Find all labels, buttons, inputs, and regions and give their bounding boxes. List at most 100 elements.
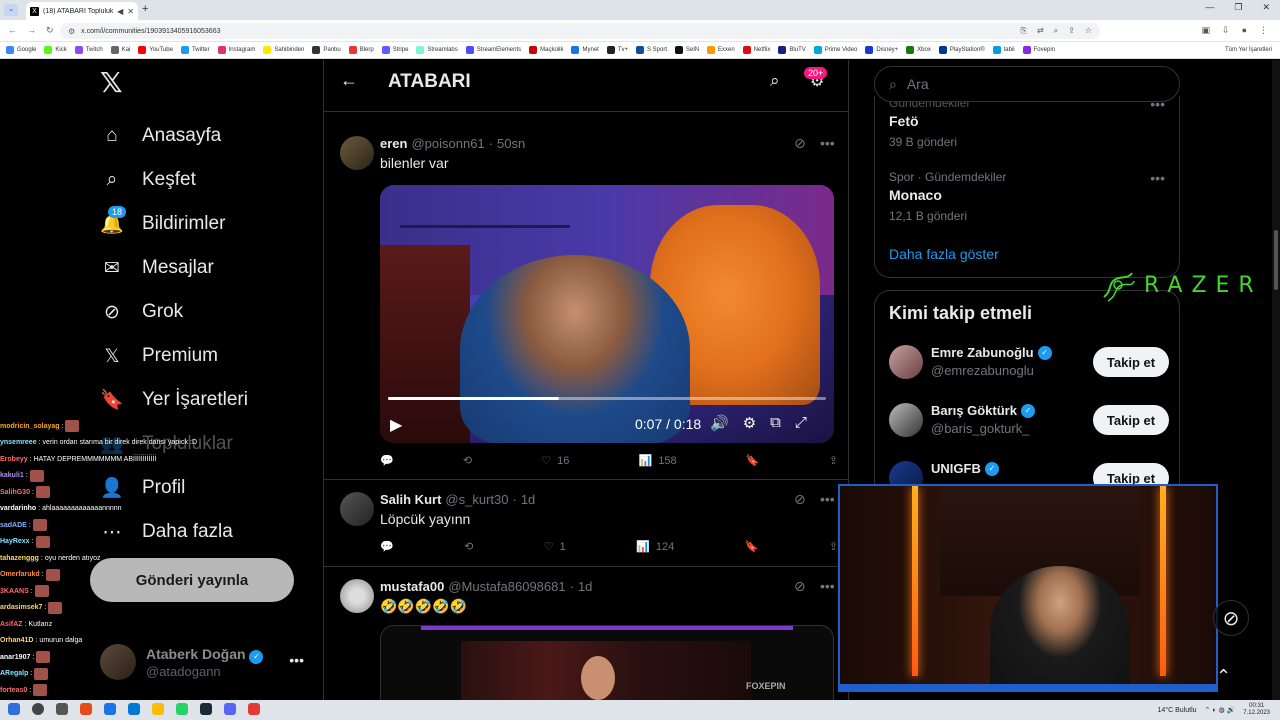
browser-tab[interactable]: X (18) ATABARI Topluluk / X ◀ ✕ — [26, 2, 138, 20]
bookmark-item[interactable]: Mynet — [571, 46, 599, 54]
nav-item-bookmark[interactable]: 🔖 Yer İşaretleri — [100, 378, 248, 422]
retweet-button[interactable]: ⟲ — [463, 454, 472, 467]
bookmark-item[interactable]: Sahibinden — [263, 46, 304, 54]
extension-icon[interactable]: ▣ — [1202, 25, 1211, 36]
bookmark-item[interactable]: Exxen — [707, 46, 735, 54]
search-input[interactable]: ⌕ Ara — [874, 66, 1180, 102]
clock[interactable]: 00:31 7.12.2023 — [1243, 703, 1270, 717]
reply-button[interactable]: 💬 — [380, 454, 394, 467]
task-view-icon[interactable] — [56, 703, 68, 715]
reload-icon[interactable]: ↻ — [46, 25, 54, 36]
tweet[interactable]: eren @poisonn61 · 50sn ⊘ ••• bilenler va… — [324, 124, 848, 480]
tweet[interactable]: mustafa00 @Mustafa86098681 · 1d ⊘ ••• 🤣🤣… — [324, 567, 848, 700]
tray-icons[interactable]: ⌃ ◐ ◍ 🔊 — [1205, 706, 1236, 714]
tab-search-button[interactable]: ⌄ — [4, 4, 18, 16]
search-icon[interactable]: ⌕ — [770, 71, 780, 91]
settings-icon[interactable]: ⚙ — [743, 414, 756, 432]
site-info-icon[interactable]: ⚙ — [68, 27, 75, 36]
show-more-link[interactable]: Daha fazla göster — [889, 246, 999, 262]
avatar[interactable] — [889, 403, 923, 437]
app-icon[interactable] — [104, 703, 116, 715]
tweet-author-name[interactable]: Salih Kurt — [380, 492, 441, 507]
video-player[interactable]: FOXEPIN — [380, 625, 834, 700]
trend-item[interactable]: Gündemdekiler Fetö 39 B gönderi — [889, 96, 970, 149]
new-tab-button[interactable]: + — [142, 3, 148, 15]
bookmark-item[interactable]: Xbox — [906, 46, 931, 54]
avatar[interactable] — [340, 492, 374, 526]
nav-item-home[interactable]: ⌂ Anasayfa — [100, 114, 248, 158]
bookmark-item[interactable]: Prime Video — [813, 46, 857, 54]
avatar[interactable] — [340, 579, 374, 613]
more-icon[interactable]: ••• — [820, 491, 835, 507]
bookmark-button[interactable]: 🔖 — [746, 454, 760, 467]
scroll-up-icon[interactable]: ⌃ — [1216, 666, 1231, 687]
profile-avatar-icon[interactable]: ● — [1242, 25, 1247, 36]
bookmark-item[interactable]: Twitch — [74, 46, 103, 54]
chrome-icon[interactable] — [152, 703, 164, 715]
tweet-author-handle[interactable]: @poisonn61 — [411, 136, 484, 151]
nav-item-grok[interactable]: ⊘ Grok — [100, 290, 248, 334]
bookmark-item[interactable]: Kick — [44, 46, 67, 54]
share-icon[interactable]: ⇪ — [1068, 26, 1075, 36]
share-button[interactable]: ⇪ — [829, 454, 838, 467]
menu-kebab-icon[interactable]: ⋮ — [1259, 25, 1268, 36]
follow-button[interactable]: Takip et — [1093, 405, 1169, 435]
bookmark-item[interactable]: Tv+ — [606, 46, 628, 54]
bookmark-item[interactable]: PlayStation® — [938, 46, 985, 54]
obs-icon[interactable] — [248, 703, 260, 715]
tweet-time[interactable]: 1d — [578, 579, 592, 594]
like-button[interactable]: ♡ 16 — [541, 454, 569, 468]
bookmark-item[interactable]: Panbu — [312, 46, 341, 54]
bookmark-item[interactable]: Blerp — [348, 46, 374, 54]
star-icon[interactable]: ☆ — [1085, 26, 1092, 36]
forward-icon[interactable]: → — [27, 25, 36, 36]
more-icon[interactable]: ••• — [820, 135, 835, 151]
bookmark-item[interactable]: Fovepin — [1022, 46, 1055, 54]
nav-item-search[interactable]: ⌕ Keşfet — [100, 158, 248, 202]
close-window-icon[interactable]: ✕ — [1262, 2, 1270, 13]
back-arrow-icon[interactable]: ← — [340, 70, 358, 91]
tweet-author-handle[interactable]: @s_kurt30 — [445, 492, 508, 507]
avatar[interactable] — [889, 345, 923, 379]
grok-icon[interactable]: ⊘ — [794, 491, 806, 508]
bookmark-item[interactable]: Google — [6, 46, 36, 54]
play-icon[interactable]: ▶ — [390, 415, 402, 435]
reply-button[interactable]: 💬 — [380, 540, 394, 553]
maximize-icon[interactable]: ❐ — [1234, 2, 1242, 13]
nav-item-bell[interactable]: 🔔 18 Bildirimler — [100, 202, 248, 246]
whatsapp-icon[interactable] — [176, 703, 188, 715]
follow-suggestion[interactable]: Emre Zabunoğlu ✓ @emrezabunoglu Takip et — [889, 341, 1169, 385]
minimize-icon[interactable]: — — [1205, 2, 1214, 13]
follow-suggestion[interactable]: Barış Göktürk ✓ @baris_gokturk_ Takip et — [889, 399, 1169, 443]
video-progress-bar[interactable] — [388, 397, 826, 400]
bookmark-item[interactable]: Netflix — [742, 46, 770, 54]
bookmark-item[interactable]: tabii — [992, 46, 1015, 54]
pip-icon[interactable]: ⧉ — [770, 414, 781, 432]
nav-item-mail[interactable]: ✉ Mesajlar — [100, 246, 248, 290]
install-icon[interactable]: ⎘ — [1021, 26, 1027, 36]
app-icon[interactable] — [128, 703, 140, 715]
tweet-author-name[interactable]: eren — [380, 136, 407, 151]
avatar[interactable] — [340, 136, 374, 170]
omnibox[interactable]: ⚙ x.com/i/communities/190391340591605366… — [60, 23, 1100, 39]
tweet-author-name[interactable]: mustafa00 — [380, 579, 444, 594]
like-button[interactable]: ♡ 1 — [544, 540, 566, 554]
retweet-button[interactable]: ⟲ — [464, 540, 473, 553]
grok-icon[interactable]: ⊘ — [794, 578, 806, 595]
bookmark-item[interactable]: StreamElements — [465, 46, 521, 54]
bookmark-item[interactable]: Stripe — [381, 46, 408, 54]
url-text[interactable]: x.com/i/communities/1903913405916053663 — [81, 28, 220, 35]
more-icon[interactable]: ••• — [289, 652, 304, 668]
grok-floating-icon[interactable]: ⊘ — [1213, 600, 1249, 636]
translate-icon[interactable]: ⇄ — [1037, 26, 1044, 36]
trend-item[interactable]: Spor · Gündemdekiler Monaco 12,1 B gönde… — [889, 170, 1006, 223]
weather-widget[interactable]: 14°C Bulutlu — [1158, 707, 1197, 714]
volume-icon[interactable]: 🔊 — [710, 414, 729, 432]
bookmark-item[interactable]: Streamlabs — [416, 46, 458, 54]
bookmark-item[interactable]: S Sport — [636, 46, 667, 54]
bookmark-item[interactable]: Instagram — [217, 46, 255, 54]
grok-icon[interactable]: ⊘ — [794, 135, 806, 152]
downloads-icon[interactable]: ⇩ — [1222, 25, 1230, 36]
more-icon[interactable]: ••• — [1150, 170, 1165, 186]
search-icon[interactable] — [32, 703, 44, 715]
